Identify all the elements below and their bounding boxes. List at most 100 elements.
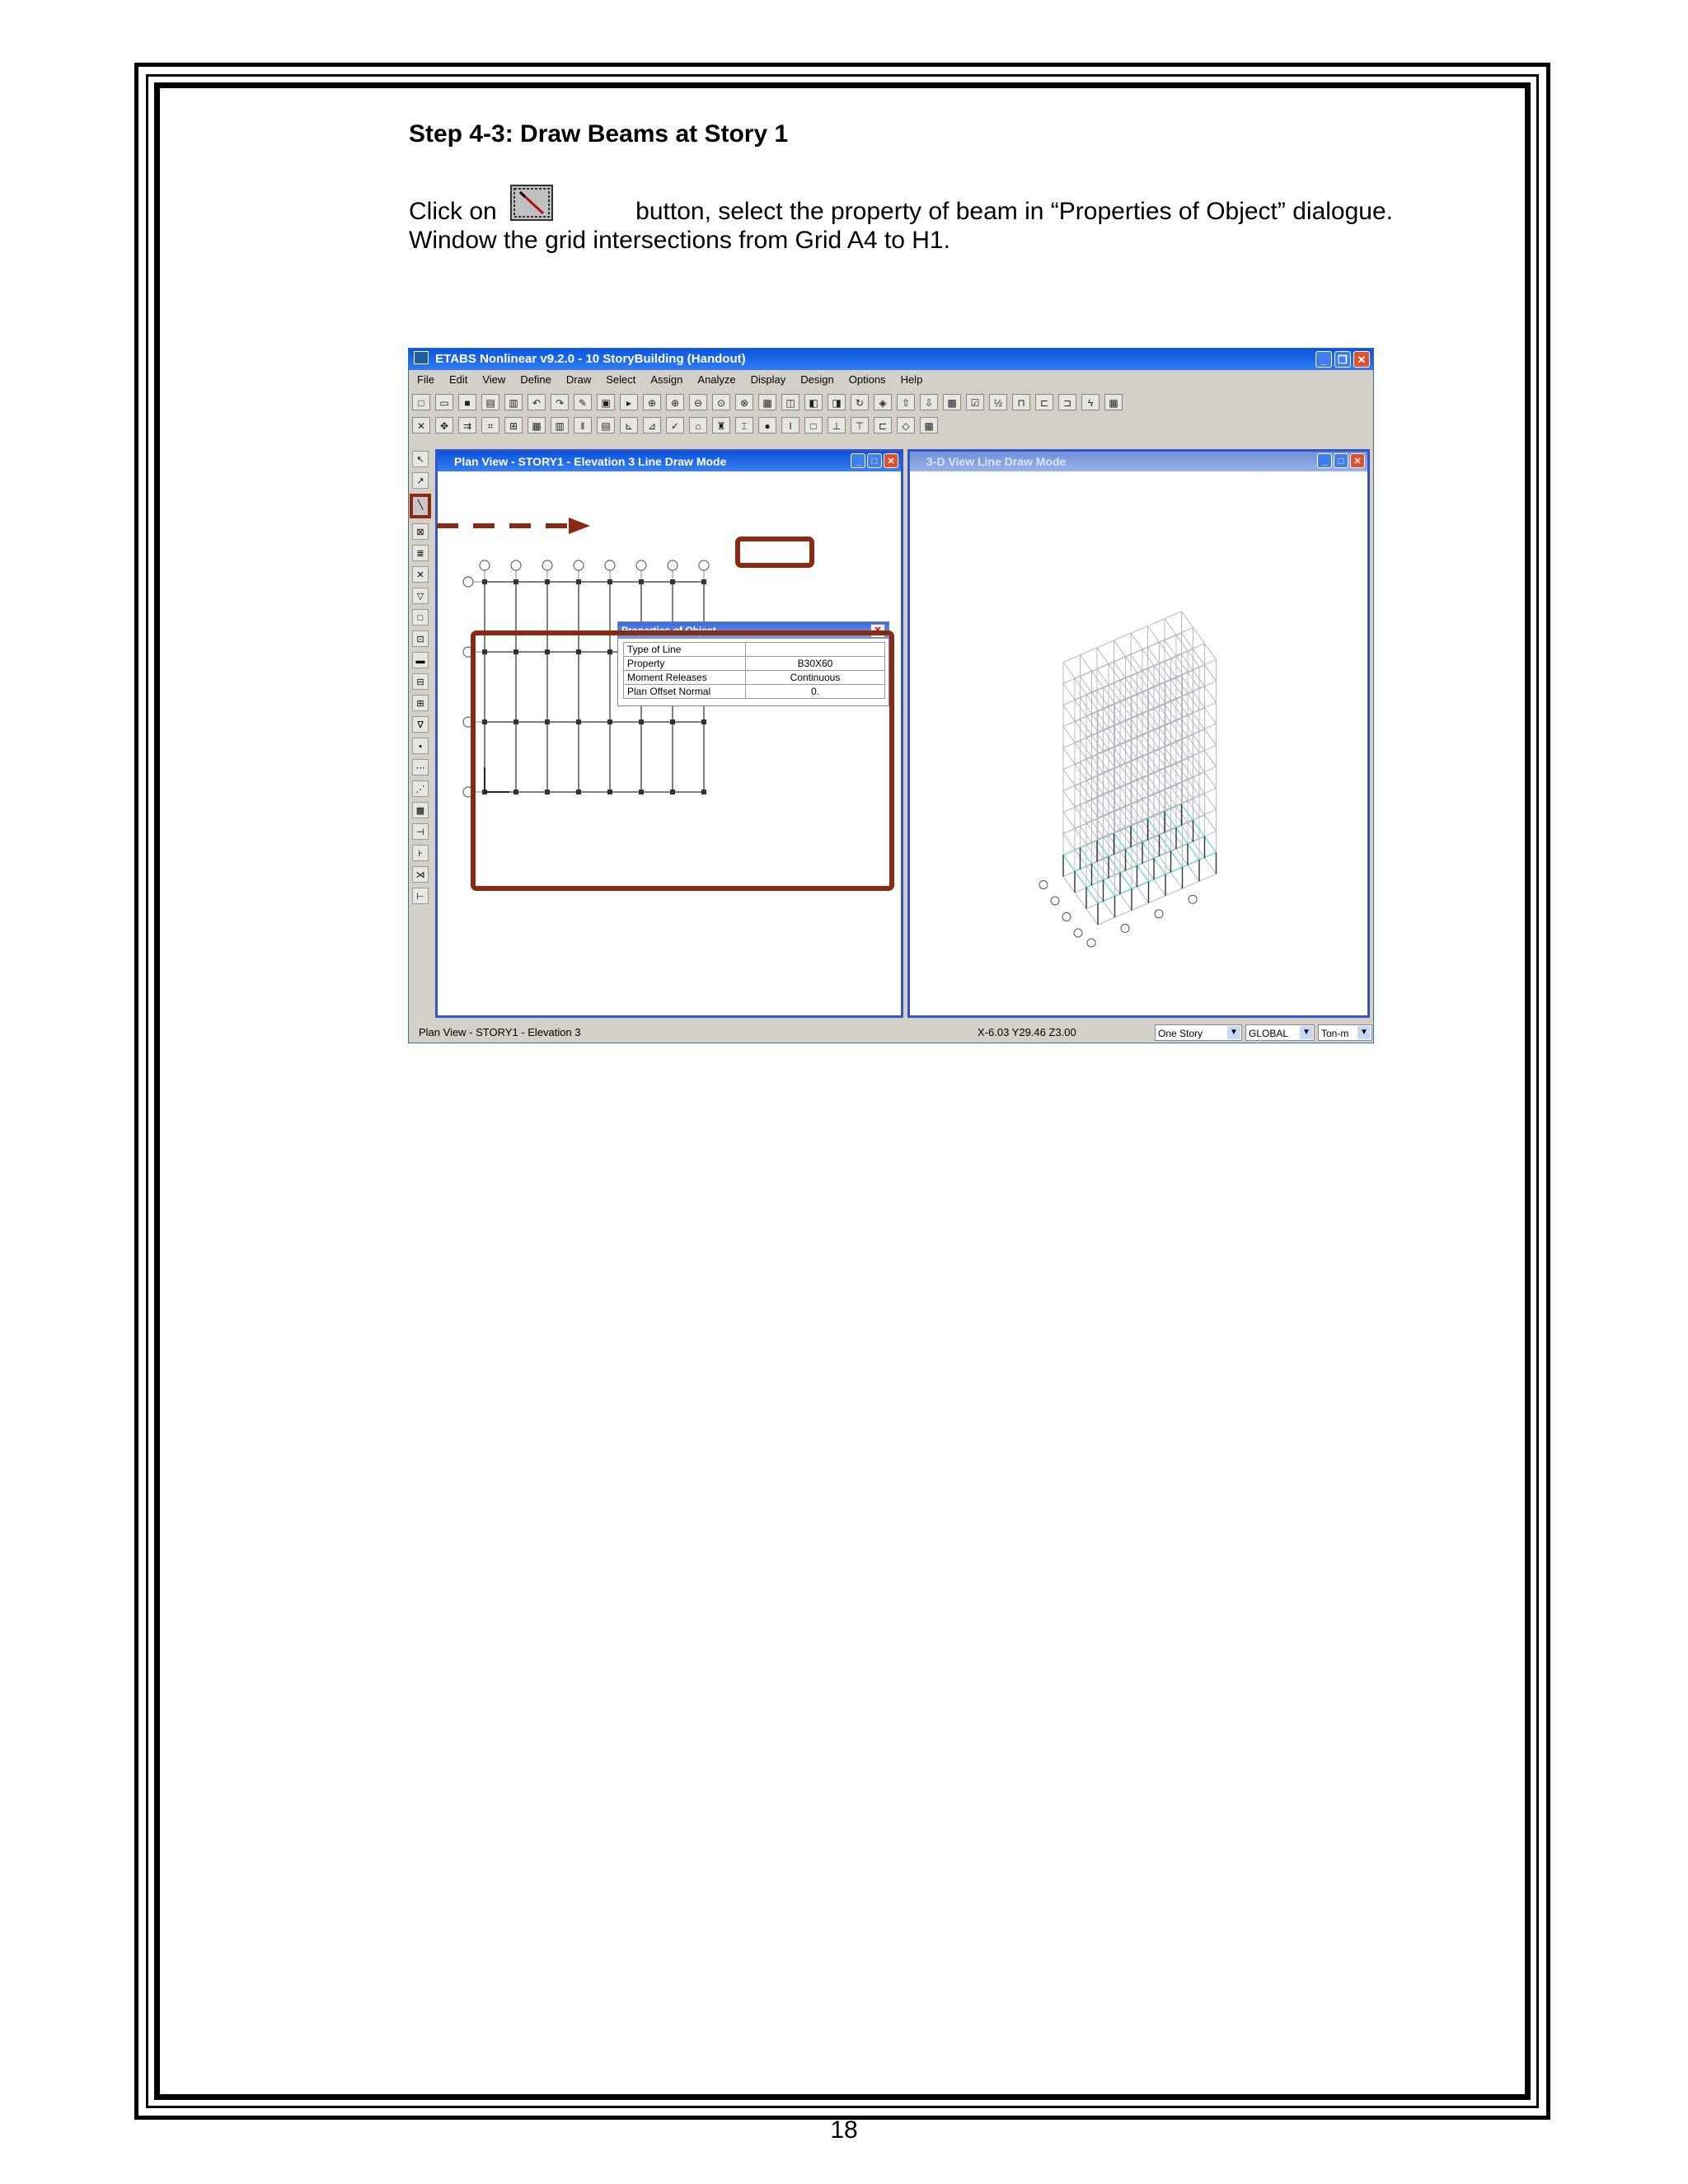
zoom-in-icon[interactable]: ⊕ (666, 394, 684, 410)
tower-icon[interactable]: ♜ (712, 417, 730, 434)
draw-line-region-icon[interactable]: ⊠ (412, 523, 429, 540)
building-icon[interactable]: ⌂ (689, 417, 707, 434)
undo-icon[interactable]: ↶ (528, 394, 546, 410)
snap-perpendicular-icon[interactable]: ⊢ (412, 888, 429, 904)
run-icon[interactable]: ▸ (620, 394, 638, 410)
property-select[interactable]: B30X60 (745, 656, 885, 671)
diaphragm-icon[interactable]: ◇ (897, 417, 915, 434)
redo-icon[interactable]: ↷ (551, 394, 569, 410)
menu-design[interactable]: Design (800, 371, 833, 389)
reshape-icon[interactable]: ↗ (412, 472, 429, 489)
menu-display[interactable]: Display (751, 371, 786, 389)
square-icon[interactable]: □ (804, 417, 823, 434)
type-of-line-select[interactable] (745, 642, 885, 657)
delete-icon[interactable]: ✕ (412, 417, 430, 434)
reference-point-icon[interactable]: ⋰ (412, 780, 429, 797)
wall-icon[interactable]: ▤ (597, 417, 615, 434)
menu-select[interactable]: Select (606, 371, 635, 389)
support-icon[interactable]: ⊥ (828, 417, 846, 434)
perspective-icon[interactable]: ◈ (874, 394, 892, 410)
menu-draw[interactable]: Draw (566, 371, 591, 389)
move-up-icon[interactable]: ⇧ (897, 394, 915, 410)
menu-assign[interactable]: Assign (650, 371, 682, 389)
pointer-icon[interactable]: ↖ (412, 451, 429, 467)
move-down-icon[interactable]: ⇩ (920, 394, 938, 410)
point-icon[interactable]: ● (758, 417, 776, 434)
snap-mid-icon[interactable]: ⊦ (412, 845, 429, 861)
rotate-icon[interactable]: ↻ (851, 394, 869, 410)
draw-rectangle-icon[interactable]: □ (412, 609, 429, 626)
restraint-icon[interactable]: ⊤ (851, 417, 869, 434)
minimize-icon[interactable]: _ (1315, 351, 1332, 368)
story-combo[interactable]: One Story ▼ (1155, 1024, 1242, 1041)
section-icon[interactable]: ⊏ (1035, 394, 1053, 410)
move-icon[interactable]: ✥ (435, 417, 453, 434)
zoom-window-icon[interactable]: ⊕ (643, 394, 661, 410)
draw-area-icon[interactable]: ▽ (412, 588, 429, 604)
lock-icon[interactable]: ▣ (597, 394, 615, 410)
align-icon[interactable]: ▥ (551, 417, 569, 434)
snap-icon[interactable]: ⌗ (481, 417, 499, 434)
column-icon[interactable]: ‖ (574, 417, 592, 434)
restore-icon[interactable]: ❐ (1334, 351, 1351, 368)
open-file-icon[interactable]: ▭ (435, 394, 453, 410)
lightning-icon[interactable]: ϟ (1081, 394, 1100, 410)
table-view-icon[interactable]: ▦ (920, 417, 938, 434)
draw-line-button[interactable]: ╲ (410, 494, 431, 518)
view-elevation-icon[interactable]: ◨ (828, 394, 846, 410)
draw-floor-icon[interactable]: ⊞ (412, 695, 429, 711)
show-undeformed-icon[interactable]: ☑ (966, 394, 984, 410)
units-icon[interactable]: ½ (989, 394, 1007, 410)
i-section-icon[interactable]: I (781, 417, 799, 434)
menu-define[interactable]: Define (520, 371, 551, 389)
check-icon[interactable]: ✓ (666, 417, 684, 434)
menu-options[interactable]: Options (849, 371, 886, 389)
save-icon[interactable]: ■ (458, 394, 476, 410)
draw-area-click-icon[interactable]: ⊡ (412, 630, 429, 647)
grid-icon[interactable]: ▦ (528, 417, 546, 434)
select-snap-icon[interactable]: • (412, 738, 429, 754)
beam-icon[interactable]: ⌶ (735, 417, 753, 434)
print-setup-icon[interactable]: ▥ (504, 394, 523, 410)
view-3d-icon[interactable]: ◫ (781, 394, 799, 410)
load-icon[interactable]: ⊐ (1058, 394, 1076, 410)
zoom-out-icon[interactable]: ⊖ (689, 394, 707, 410)
draw-opening-icon[interactable]: ⊟ (412, 673, 429, 690)
draw-wall-icon[interactable]: ▬ (412, 652, 429, 668)
menu-view[interactable]: View (482, 371, 505, 389)
plan-offset-input[interactable]: 0. (745, 684, 885, 699)
snap-intersection-icon[interactable]: ⋊ (412, 866, 429, 883)
frame-icon[interactable]: ⊓ (1012, 394, 1030, 410)
menu-file[interactable]: File (417, 371, 434, 389)
close-icon[interactable]: ✕ (870, 624, 885, 638)
moment-releases-select[interactable]: Continuous (745, 670, 885, 685)
set-display-icon[interactable]: ▩ (943, 394, 961, 410)
layer-icon[interactable]: ⊿ (643, 417, 661, 434)
pencil-icon[interactable]: ✎ (574, 394, 592, 410)
refresh-icon[interactable]: ▦ (758, 394, 776, 410)
print-icon[interactable]: ▤ (481, 394, 499, 410)
plan-view-window[interactable]: Plan View - STORY1 - Elevation 3 Line Dr… (435, 449, 903, 1018)
table-icon[interactable]: ▦ (1104, 394, 1123, 410)
new-file-icon[interactable]: □ (412, 394, 430, 410)
section-cut-icon[interactable]: ⋯ (412, 759, 429, 776)
chart-icon[interactable]: ⊾ (620, 417, 638, 434)
view-plan-icon[interactable]: ◧ (804, 394, 823, 410)
coordinate-system-combo[interactable]: GLOBAL ▼ (1245, 1024, 1315, 1041)
draw-secondary-beam-icon[interactable]: ≣ (412, 545, 429, 561)
3d-view-window[interactable]: 3-D View Line Draw Mode _ □ ✕ (907, 449, 1370, 1018)
pan-icon[interactable]: ⊗ (735, 394, 753, 410)
replicate-icon[interactable]: ⇉ (458, 417, 476, 434)
draw-dimension-icon[interactable]: ∇ (412, 716, 429, 733)
units-combo[interactable]: Ton-m ▼ (1318, 1024, 1372, 1041)
menu-help[interactable]: Help (901, 371, 923, 389)
menu-edit[interactable]: Edit (449, 371, 467, 389)
snap-end-icon[interactable]: ⊣ (412, 823, 429, 840)
menu-analyze[interactable]: Analyze (697, 371, 735, 389)
grid-snap-icon[interactable]: ▩ (412, 802, 429, 818)
draw-braces-icon[interactable]: ✕ (412, 566, 429, 583)
merge-icon[interactable]: ⊞ (504, 417, 523, 434)
zoom-previous-icon[interactable]: ⊙ (712, 394, 730, 410)
close-icon[interactable]: ✕ (1353, 351, 1370, 368)
link-icon[interactable]: ⊏ (874, 417, 892, 434)
